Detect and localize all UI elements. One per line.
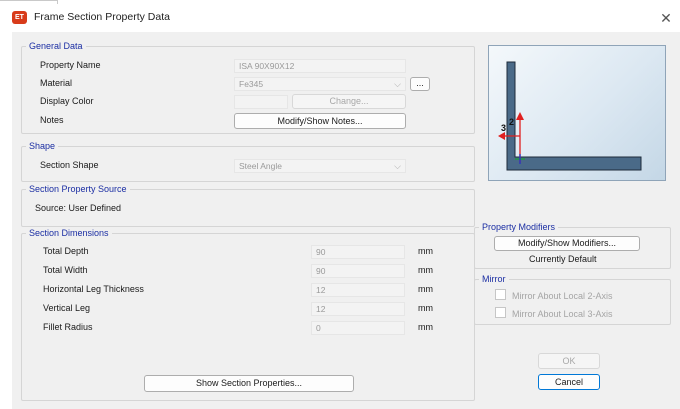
source-text: Source: User Defined	[35, 203, 122, 213]
mirror-local-3-label: Mirror About Local 3-Axis	[512, 309, 613, 319]
section-shape-select[interactable]: Steel Angle ⌵	[234, 159, 406, 173]
chevron-down-icon: ⌵	[394, 161, 401, 171]
total-width-unit: mm	[418, 265, 433, 275]
display-color-label: Display Color	[40, 96, 94, 106]
modify-notes-button[interactable]: Modify/Show Notes...	[234, 113, 406, 129]
mirror-local-2-label: Mirror About Local 2-Axis	[512, 291, 613, 301]
vertical-leg-unit: mm	[418, 303, 433, 313]
property-source-group: Section Property Source Source: User Def…	[21, 184, 475, 227]
fillet-radius-unit: mm	[418, 322, 433, 332]
property-name-label: Property Name	[40, 60, 101, 70]
material-select[interactable]: Fe345 ⌵	[234, 77, 406, 91]
total-depth-label: Total Depth	[43, 246, 89, 256]
checkbox-icon	[495, 307, 506, 318]
section-preview: 2 3	[488, 45, 666, 181]
fillet-radius-input[interactable]: 0	[311, 321, 405, 335]
angle-section-shape	[506, 61, 642, 171]
axis-2-label: 2	[509, 117, 514, 127]
axis-3-label: 3	[501, 123, 506, 133]
property-modifiers-group: Property Modifiers Modify/Show Modifiers…	[474, 222, 671, 269]
app-icon: ET	[12, 11, 27, 24]
property-source-title: Section Property Source	[26, 184, 130, 195]
dialog-body: General Data Property Name ISA 90X90X12 …	[12, 32, 680, 409]
title-bar: ET Frame Section Property Data ✕	[0, 4, 680, 30]
horizontal-leg-thickness-label: Horizontal Leg Thickness	[43, 284, 144, 294]
notes-label: Notes	[40, 115, 64, 125]
checkbox-icon	[495, 289, 506, 300]
axis-3-arrowhead	[498, 132, 505, 140]
vertical-leg-label: Vertical Leg	[43, 303, 91, 313]
shape-group: Shape Section Shape Steel Angle ⌵	[21, 141, 475, 182]
section-dimensions-group: Section Dimensions Total Depth 90 mm Tot…	[21, 228, 475, 401]
cancel-button[interactable]: Cancel	[538, 374, 600, 390]
show-section-properties-button[interactable]: Show Section Properties...	[144, 375, 354, 392]
general-data-title: General Data	[26, 41, 86, 52]
chevron-down-icon: ⌵	[394, 79, 401, 89]
material-more-button[interactable]: ...	[410, 77, 430, 91]
material-value: Fe345	[239, 79, 264, 89]
total-depth-unit: mm	[418, 246, 433, 256]
property-name-field[interactable]: ISA 90X90X12	[234, 59, 406, 73]
section-dimensions-title: Section Dimensions	[26, 228, 112, 239]
window-title: Frame Section Property Data	[34, 11, 170, 23]
mirror-local-2-checkbox[interactable]: Mirror About Local 2-Axis	[495, 289, 613, 301]
shape-title: Shape	[26, 141, 59, 152]
change-color-button[interactable]: Change...	[292, 94, 406, 109]
section-shape-value: Steel Angle	[239, 161, 283, 171]
total-depth-input[interactable]: 90	[311, 245, 405, 259]
modifiers-status: Currently Default	[529, 254, 597, 264]
mirror-local-3-checkbox[interactable]: Mirror About Local 3-Axis	[495, 307, 613, 319]
section-shape-label: Section Shape	[40, 160, 99, 170]
total-width-input[interactable]: 90	[311, 264, 405, 278]
mirror-title: Mirror	[479, 274, 509, 285]
modify-modifiers-button[interactable]: Modify/Show Modifiers...	[494, 236, 640, 251]
property-modifiers-title: Property Modifiers	[479, 222, 559, 233]
display-color-swatch	[234, 95, 288, 109]
mirror-group: Mirror Mirror About Local 2-Axis Mirror …	[474, 274, 671, 325]
general-data-group: General Data Property Name ISA 90X90X12 …	[21, 41, 475, 134]
fillet-radius-label: Fillet Radius	[43, 322, 93, 332]
steel-angle-drawing: 2 3	[498, 61, 642, 171]
axis-2-arrowhead	[516, 112, 524, 120]
total-width-label: Total Width	[43, 265, 88, 275]
horizontal-leg-thickness-unit: mm	[418, 284, 433, 294]
ok-button[interactable]: OK	[538, 353, 600, 369]
vertical-leg-input[interactable]: 12	[311, 302, 405, 316]
horizontal-leg-thickness-input[interactable]: 12	[311, 283, 405, 297]
material-label: Material	[40, 78, 73, 88]
close-icon[interactable]: ✕	[656, 9, 676, 27]
